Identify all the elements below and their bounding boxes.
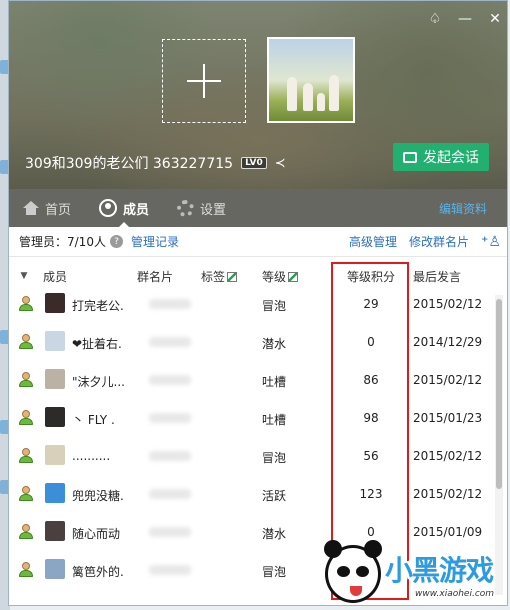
member-last-speak: 2015/02/12 [413, 297, 483, 311]
level-badge: LV0 [241, 157, 267, 169]
table-row[interactable]: 兜兜没糖. 活跃 123 2015/02/12 [9, 475, 495, 513]
group-header: ♤ — ✕ 309和309的老公们 363227715 LV0 ≺ 发起会话 [9, 1, 507, 189]
member-name[interactable]: "沫夕儿... [72, 373, 125, 390]
member-last-speak: 2015/01/23 [413, 411, 483, 425]
member-level: 冒泡 [262, 565, 287, 579]
start-chat-button[interactable]: 发起会话 [393, 143, 489, 171]
avatar[interactable] [45, 445, 65, 465]
member-name[interactable]: .......... [72, 449, 110, 463]
group-card-blurred [149, 565, 191, 575]
member-name[interactable]: 打完老公. [72, 297, 124, 314]
group-avatar[interactable] [267, 37, 355, 123]
member-level: 潜水 [262, 527, 287, 541]
table-row[interactable]: ❤扯着右. 潜水 0 2014/12/29 [9, 323, 495, 361]
tab-bar: 首页 成员 设置 编辑资料 [9, 189, 507, 227]
member-name[interactable]: 随心而动 [72, 525, 120, 542]
tab-members[interactable]: 成员 [85, 189, 163, 227]
edit-tag-icon[interactable] [227, 271, 238, 282]
tab-home[interactable]: 首页 [9, 189, 85, 227]
watermark: 小黑游戏 www.xiaohei.com [315, 540, 507, 605]
member-last-speak: 2015/02/12 [413, 487, 483, 501]
scrollbar-thumb[interactable] [496, 299, 502, 489]
member-icon [19, 372, 33, 387]
watermark-logo-text: 小黑游戏 [385, 554, 494, 587]
member-name[interactable]: ❤扯着右. [72, 335, 122, 352]
member-icon [19, 334, 33, 349]
col-group-card[interactable]: 群名片 [137, 268, 173, 285]
member-name[interactable]: 兜兜没糖. [72, 487, 124, 504]
edit-card-link[interactable]: 修改群名片 [409, 233, 469, 250]
avatar[interactable] [45, 521, 65, 541]
col-last-speak[interactable]: 最后发言 [413, 268, 461, 285]
table-row[interactable]: "沫夕儿... 吐槽 86 2015/02/12 [9, 361, 495, 399]
group-card-blurred [149, 375, 191, 385]
member-level: 冒泡 [262, 451, 287, 465]
col-member[interactable]: 成员 [43, 268, 67, 285]
tab-settings[interactable]: 设置 [163, 189, 240, 227]
member-level: 吐槽 [262, 413, 287, 427]
group-card-blurred [149, 337, 191, 347]
share-icon[interactable]: ≺ [275, 156, 286, 171]
member-icon [19, 296, 33, 311]
member-last-speak: 2015/02/12 [413, 449, 483, 463]
group-card-blurred [149, 451, 191, 461]
col-level[interactable]: 等级 [262, 268, 299, 285]
minimize-button[interactable]: — [457, 11, 473, 27]
avatar[interactable] [45, 293, 65, 313]
manage-log-link[interactable]: 管理记录 [131, 233, 179, 250]
gear-icon [177, 199, 195, 217]
group-title: 309和309的老公们 363227715 LV0 ≺ [25, 153, 286, 173]
member-level: 冒泡 [262, 299, 287, 313]
sort-arrow-icon[interactable]: ▼ [9, 271, 39, 281]
home-icon [23, 201, 39, 215]
col-tag[interactable]: 标签 [201, 268, 238, 285]
group-info-window: ♤ — ✕ 309和309的老公们 363227715 LV0 ≺ 发起会话 首… [8, 0, 508, 606]
admin-bar: 管理员：7/10人 ? 管理记录 高级管理 修改群名片 ⁺♙ [9, 227, 507, 257]
member-icon [19, 486, 33, 501]
table-row[interactable]: 丶 FLY . 吐槽 98 2015/01/23 [9, 399, 495, 437]
member-icon [19, 448, 33, 463]
panda-logo-icon [324, 540, 382, 603]
group-card-blurred [149, 413, 191, 423]
add-member-icon[interactable]: ⁺♙ [481, 234, 501, 250]
window-controls: ♤ — ✕ [427, 11, 503, 27]
table-row[interactable]: 打完老公. 冒泡 29 2015/02/12 [9, 285, 495, 323]
help-icon[interactable]: ? [109, 235, 123, 248]
skin-icon[interactable]: ♤ [427, 11, 443, 27]
watermark-url: www.xiaohei.com [415, 589, 495, 599]
group-card-blurred [149, 299, 191, 309]
member-level: 潜水 [262, 337, 287, 351]
group-card-blurred [149, 527, 191, 537]
member-level: 吐槽 [262, 375, 287, 389]
admin-count: 管理员：7/10人 [19, 235, 106, 249]
edit-level-icon[interactable] [288, 271, 299, 282]
advanced-manage-link[interactable]: 高级管理 [349, 233, 397, 250]
group-card-blurred [149, 489, 191, 499]
edit-data-link[interactable]: 编辑资料 [439, 200, 487, 217]
upload-photo-button[interactable] [162, 39, 246, 123]
avatar[interactable] [45, 331, 65, 351]
member-last-speak: 2015/02/12 [413, 373, 483, 387]
member-icon [19, 562, 33, 577]
member-name[interactable]: 丶 FLY . [72, 411, 115, 428]
avatar[interactable] [45, 369, 65, 389]
group-name: 309和309的老公们 363227715 [25, 156, 234, 172]
member-last-speak: 2015/01/09 [413, 525, 483, 539]
member-name[interactable]: 篱笆外的. [72, 563, 124, 580]
member-level: 活跃 [262, 489, 287, 503]
avatar[interactable] [45, 407, 65, 427]
avatar[interactable] [45, 483, 65, 503]
avatar[interactable] [45, 559, 65, 579]
close-button[interactable]: ✕ [487, 11, 503, 27]
table-row[interactable]: .......... 冒泡 56 2015/02/12 [9, 437, 495, 475]
member-icon [19, 524, 33, 539]
member-last-speak: 2014/12/29 [413, 335, 483, 349]
member-icon [19, 410, 33, 425]
chat-bubble-icon [403, 151, 417, 163]
member-icon [99, 199, 118, 217]
